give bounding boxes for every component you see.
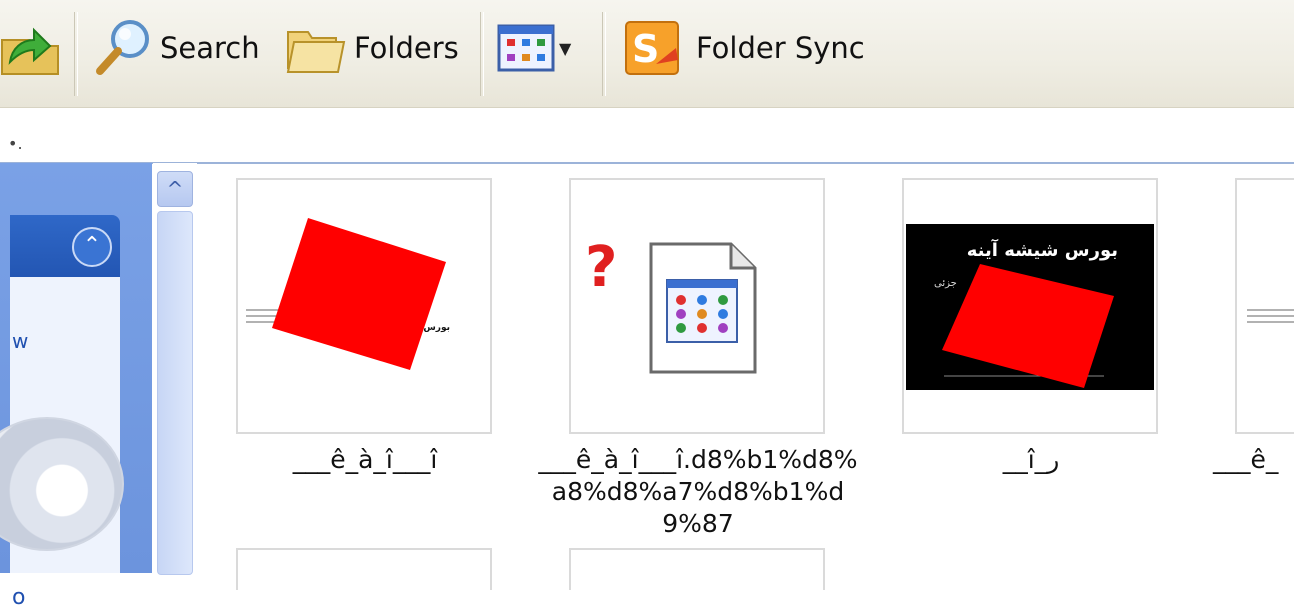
- search-button[interactable]: Search: [92, 8, 260, 88]
- task-pane-body: w o: [0, 277, 124, 610]
- file-thumbnail-row2[interactable]: [236, 548, 492, 590]
- scroll-up-button[interactable]: ^: [157, 171, 193, 207]
- file-thumbnail: ?: [569, 178, 825, 434]
- vertical-scrollbar[interactable]: ^: [153, 163, 197, 575]
- views-grid-icon: [497, 24, 555, 72]
- image-preview: بورس شیشه آینه جزئی: [906, 224, 1154, 390]
- chevron-down-icon: ▼: [559, 38, 572, 58]
- up-folder-button[interactable]: [0, 8, 70, 88]
- unknown-file-icon: ?: [585, 235, 757, 374]
- folders-icon: [286, 31, 346, 73]
- persian-title: بورس شیشه آینه: [967, 238, 1118, 261]
- task-pane: ⌃ w o: [0, 163, 152, 610]
- image-preview: بورس شیشه: [246, 218, 450, 370]
- folder-sync-label: Folder Sync: [696, 31, 865, 65]
- address-bar[interactable]: •.: [0, 108, 1294, 164]
- scroll-thumb[interactable]: [157, 211, 193, 575]
- file-thumbnail: [1235, 178, 1294, 434]
- svg-text:جزئی: جزئی: [934, 278, 957, 289]
- up-arrow-folder-icon: [1, 27, 59, 75]
- file-thumbnail: بورس شیشه آینه جزئی: [902, 178, 1158, 434]
- task-pane-header[interactable]: ⌃: [10, 215, 120, 277]
- file-thumbnail-row2[interactable]: [569, 548, 825, 590]
- question-mark-icon: ?: [585, 235, 617, 300]
- file-caption: __î_ر: [1002, 445, 1060, 474]
- magnifier-search-icon: [96, 20, 149, 75]
- file-caption: ___ê_à_î___î.d8%b1%d8%a8%d8%a7%d8%b1%d9%…: [538, 445, 858, 538]
- cd-disc-icon: [0, 417, 124, 551]
- collapse-chevrons-icon[interactable]: ⌃: [72, 227, 112, 267]
- file-thumbnail: بورس شیشه: [236, 178, 492, 434]
- folder-sync-icon: S: [625, 21, 679, 75]
- task-link-fragment-o[interactable]: o: [12, 585, 25, 610]
- image-preview: [1247, 309, 1294, 323]
- views-button[interactable]: ▼: [497, 8, 571, 88]
- file-caption: ___ê_à_î___î: [292, 445, 438, 474]
- folders-label: Folders: [354, 31, 459, 65]
- file-caption: ___ê_: [1213, 445, 1279, 474]
- task-link-fragment[interactable]: w: [12, 329, 28, 353]
- search-label: Search: [160, 31, 260, 65]
- address-fragment: •.: [8, 134, 23, 153]
- svg-text:S: S: [632, 27, 659, 71]
- folder-sync-button[interactable]: S Folder Sync: [622, 8, 865, 88]
- folders-button[interactable]: Folders: [284, 8, 459, 88]
- toolbar: Search Folders ▼ S Folder Sync: [0, 0, 1294, 108]
- red-rectangle: [272, 218, 446, 370]
